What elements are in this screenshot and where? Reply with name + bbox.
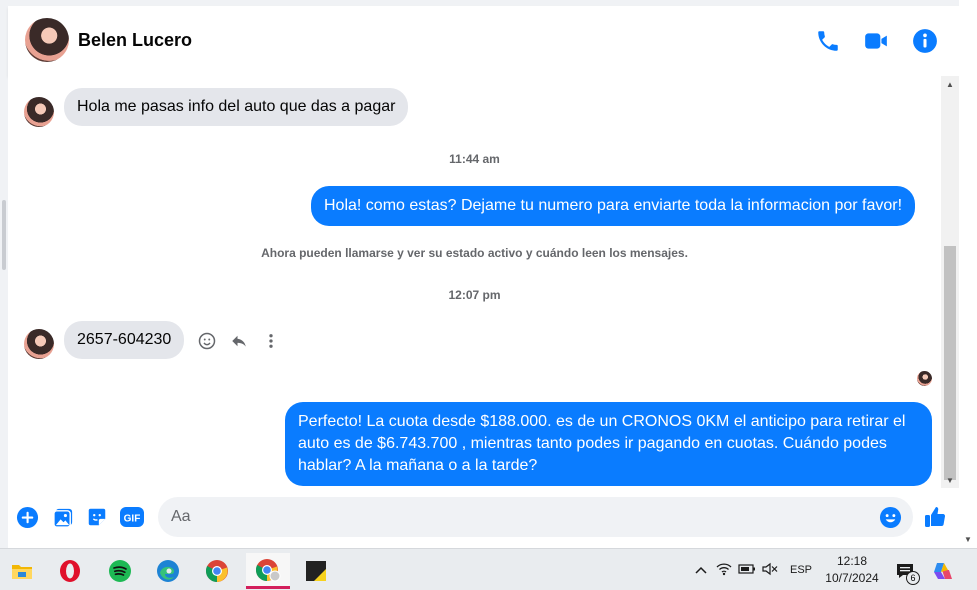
timestamp: 12:07 pm <box>448 288 501 302</box>
sender-avatar[interactable] <box>24 97 54 127</box>
seen-indicator-avatar <box>917 371 932 386</box>
svg-text:GIF: GIF <box>124 514 141 525</box>
image-icon[interactable] <box>51 505 75 529</box>
contact-avatar[interactable] <box>25 18 69 62</box>
scroll-down-arrow-icon[interactable]: ▼ <box>946 476 954 485</box>
reply-icon[interactable] <box>228 330 250 352</box>
emoji-icon[interactable] <box>878 505 902 529</box>
page-scrollbar-thumb[interactable] <box>2 200 6 270</box>
battery-icon[interactable] <box>736 563 758 578</box>
like-icon[interactable] <box>923 505 947 529</box>
taskbar-clock[interactable]: 12:18 10/7/2024 <box>820 553 884 587</box>
page-right-edge: ▼ <box>959 0 977 548</box>
wifi-icon[interactable] <box>712 562 736 579</box>
message-input[interactable] <box>158 497 858 537</box>
opera-icon[interactable] <box>50 553 90 589</box>
message-composer: GIF <box>8 490 959 546</box>
file-explorer-icon[interactable] <box>2 553 42 589</box>
system-tray: ESP <box>690 549 812 590</box>
chrome-profile-icon[interactable] <box>246 553 290 589</box>
message-input-container <box>158 497 913 537</box>
clock-time: 12:18 <box>836 554 868 568</box>
info-icon[interactable] <box>912 28 938 54</box>
gif-icon[interactable]: GIF <box>119 505 145 529</box>
page-left-edge <box>0 0 8 548</box>
contact-name[interactable]: Belen Lucero <box>78 30 192 51</box>
language-indicator[interactable]: ESP <box>790 564 812 576</box>
volume-muted-icon[interactable] <box>758 562 782 579</box>
sticky-notes-icon[interactable] <box>296 553 336 589</box>
spotify-icon[interactable] <box>100 553 140 589</box>
outgoing-message[interactable]: Hola! como estas? Dejame tu numero para … <box>311 186 916 226</box>
plus-icon[interactable] <box>15 505 39 529</box>
notification-badge: 6 <box>906 571 920 585</box>
incoming-message[interactable]: Hola me pasas info del auto que das a pa… <box>64 88 409 126</box>
phone-icon[interactable] <box>815 28 841 54</box>
timestamp: 11:44 am <box>449 152 500 166</box>
scroll-up-arrow-icon[interactable]: ▲ <box>946 80 954 89</box>
scrollbar-thumb[interactable] <box>944 246 956 480</box>
thread-scrollbar[interactable]: ▲ ▼ <box>941 76 959 488</box>
connection-notice: Ahora pueden llamarse y ver su estado ac… <box>261 246 688 260</box>
chat-header: Belen Lucero <box>8 6 977 76</box>
page-scroll-down-icon[interactable]: ▼ <box>964 535 972 544</box>
sticker-icon[interactable] <box>85 505 109 529</box>
edge-icon[interactable] <box>148 553 188 589</box>
incoming-message[interactable]: 2657-604230 <box>64 321 185 359</box>
react-icon[interactable] <box>196 330 218 352</box>
notification-center-icon[interactable]: 6 <box>888 553 922 589</box>
more-options-icon[interactable] <box>260 330 282 352</box>
chrome-icon[interactable] <box>197 553 237 589</box>
copilot-icon[interactable] <box>926 553 960 589</box>
clock-date: 10/7/2024 <box>825 571 879 585</box>
video-call-icon[interactable] <box>863 28 889 54</box>
message-actions <box>196 330 282 352</box>
chevron-up-icon[interactable] <box>690 563 712 577</box>
message-thread[interactable]: Hola me pasas info del auto que das a pa… <box>8 76 941 488</box>
outgoing-message[interactable]: Perfecto! La cuota desde $188.000. es de… <box>285 402 932 486</box>
sender-avatar[interactable] <box>24 329 54 359</box>
windows-taskbar: ESP 12:18 10/7/2024 6 <box>0 548 977 590</box>
